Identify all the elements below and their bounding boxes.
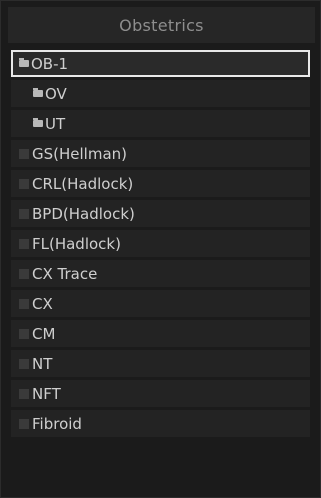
list-item-label: CRL(Hadlock): [32, 174, 134, 193]
folder-icon: [33, 118, 43, 127]
list-item-label: CX Trace: [32, 264, 98, 283]
list-item-nt[interactable]: NT: [11, 350, 310, 377]
list-item-label: FL(Hadlock): [32, 234, 121, 253]
folder-icon: [19, 58, 29, 67]
item-icon: [19, 268, 29, 279]
list-item-label: NT: [32, 354, 53, 373]
item-icon: [19, 328, 29, 339]
list-item-label: CX: [32, 294, 53, 313]
item-icon: [19, 148, 29, 159]
list-item-label: OB-1: [31, 54, 69, 73]
list-item-cx-trace[interactable]: CX Trace: [11, 260, 310, 287]
item-icon: [19, 178, 29, 189]
item-icon: [19, 358, 29, 369]
folder-icon: [33, 88, 43, 97]
obstetrics-panel: Obstetrics OB-1 OV UT GS(Hellman) CRL(Ha…: [0, 0, 321, 498]
list-item-label: UT: [45, 114, 66, 133]
list-item-cm[interactable]: CM: [11, 320, 310, 347]
item-icon: [19, 298, 29, 309]
list-item-ut[interactable]: UT: [11, 110, 310, 137]
list-item-fibroid[interactable]: Fibroid: [11, 410, 310, 437]
list-item-label: NFT: [32, 384, 61, 403]
list-item-ob-1[interactable]: OB-1: [11, 50, 310, 77]
list-item-ov[interactable]: OV: [11, 80, 310, 107]
panel-title: Obstetrics: [8, 7, 315, 43]
list-item-nft[interactable]: NFT: [11, 380, 310, 407]
item-icon: [19, 418, 29, 429]
list-item-crl-hadlock[interactable]: CRL(Hadlock): [11, 170, 310, 197]
item-icon: [19, 208, 29, 219]
list-item-bpd-hadlock[interactable]: BPD(Hadlock): [11, 200, 310, 227]
list-item-fl-hadlock[interactable]: FL(Hadlock): [11, 230, 310, 257]
list-item-label: BPD(Hadlock): [32, 204, 135, 223]
item-icon: [19, 388, 29, 399]
measurement-list: OB-1 OV UT GS(Hellman) CRL(Hadlock) BPD(…: [11, 50, 310, 440]
list-item-label: CM: [32, 324, 56, 343]
list-item-label: GS(Hellman): [32, 144, 128, 163]
item-icon: [19, 238, 29, 249]
list-item-label: OV: [45, 84, 67, 103]
list-item-cx[interactable]: CX: [11, 290, 310, 317]
list-item-gs-hellman[interactable]: GS(Hellman): [11, 140, 310, 167]
list-item-label: Fibroid: [32, 414, 82, 433]
